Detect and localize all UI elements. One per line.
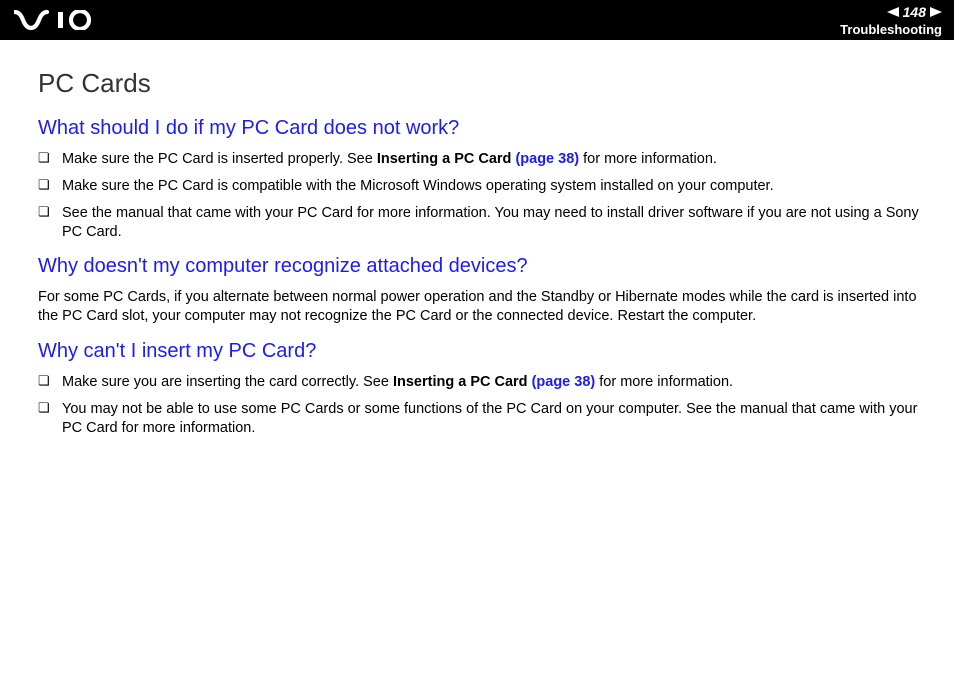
text: for more information. — [579, 151, 717, 167]
page-link[interactable]: (page 38) — [515, 151, 579, 167]
text: Make sure the PC Card is compatible with… — [62, 178, 774, 194]
text: You may not be able to use some PC Cards… — [62, 401, 917, 436]
list-item: You may not be able to use some PC Cards… — [38, 400, 936, 438]
page-number: 148 — [903, 4, 926, 20]
header-band: 148 Troubleshooting — [0, 0, 954, 40]
vaio-logo — [14, 0, 106, 40]
list-item: Make sure the PC Card is compatible with… — [38, 177, 936, 196]
question-heading-1: What should I do if my PC Card does not … — [38, 117, 936, 140]
bold-ref: Inserting a PC Card — [377, 151, 516, 167]
list-item: Make sure the PC Card is inserted proper… — [38, 150, 936, 169]
prev-page-arrow-icon[interactable] — [887, 7, 899, 17]
question-heading-3: Why can't I insert my PC Card? — [38, 340, 936, 363]
answer-list-3: Make sure you are inserting the card cor… — [38, 373, 936, 438]
content-area: PC Cards What should I do if my PC Card … — [0, 40, 954, 438]
page-title: PC Cards — [38, 68, 936, 99]
next-page-arrow-icon[interactable] — [930, 7, 942, 17]
answer-paragraph-2: For some PC Cards, if you alternate betw… — [38, 288, 936, 326]
list-item: Make sure you are inserting the card cor… — [38, 373, 936, 392]
question-heading-2: Why doesn't my computer recognize attach… — [38, 255, 936, 278]
page-nav: 148 — [887, 4, 942, 20]
answer-list-1: Make sure the PC Card is inserted proper… — [38, 150, 936, 241]
text: Make sure you are inserting the card cor… — [62, 374, 393, 390]
page-link[interactable]: (page 38) — [532, 374, 596, 390]
section-label: Troubleshooting — [840, 22, 942, 37]
header-right: 148 Troubleshooting — [840, 4, 942, 37]
text: for more information. — [595, 374, 733, 390]
list-item: See the manual that came with your PC Ca… — [38, 204, 936, 242]
bold-ref: Inserting a PC Card — [393, 374, 532, 390]
text: See the manual that came with your PC Ca… — [62, 205, 919, 240]
text: Make sure the PC Card is inserted proper… — [62, 151, 377, 167]
